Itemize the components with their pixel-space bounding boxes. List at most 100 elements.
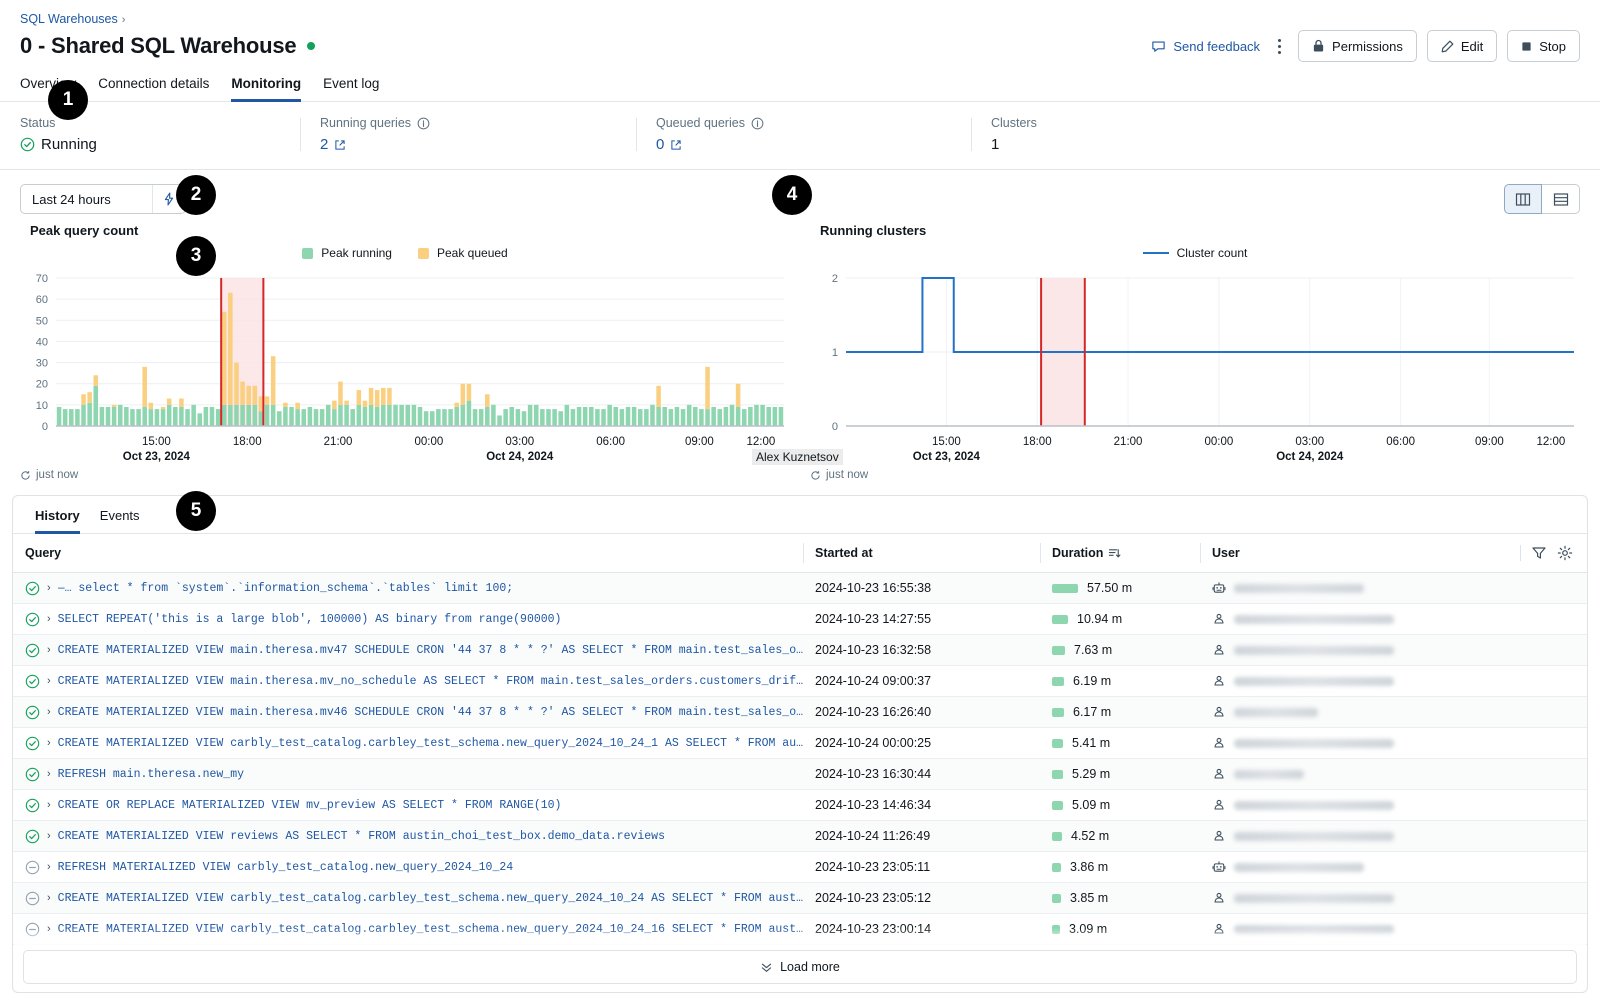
status-success-icon [25, 612, 40, 627]
svg-text:70: 70 [36, 273, 48, 285]
table-row[interactable]: › CREATE MATERIALIZED VIEW main.theresa.… [13, 665, 1587, 697]
legend-item-peak-queued[interactable]: Peak queued [417, 246, 508, 260]
cell-user [1200, 665, 1587, 697]
person-icon [1212, 767, 1226, 781]
legend-item-cluster-count[interactable]: Cluster count [1142, 246, 1247, 260]
expand-row-chevron-icon[interactable]: › [47, 768, 51, 780]
plot-peak-query-count[interactable]: 0 10 20 30 40 50 60 70 15:00 18:00 21:00 00:00 03:00… [20, 266, 790, 466]
table-row[interactable]: › CREATE MATERIALIZED VIEW carbly_test_c… [13, 882, 1587, 914]
table-row[interactable]: › CREATE MATERIALIZED VIEW reviews AS SE… [13, 820, 1587, 852]
duration-text: 3.09 m [1069, 922, 1108, 936]
plot-running-clusters[interactable]: 0 1 2 15:00 18:00 21:00 00:00 03:00 06:00 09:00 12… [752, 266, 1580, 466]
user-name-redacted [1234, 583, 1364, 593]
table-row[interactable]: › REFRESH MATERIALIZED VIEW carbly_test_… [13, 851, 1587, 883]
tab-event-log[interactable]: Event log [323, 76, 379, 102]
breadcrumb-link-sql-warehouses[interactable]: SQL Warehouses [20, 12, 118, 26]
cell-query[interactable]: › CREATE MATERIALIZED VIEW carbly_test_c… [13, 882, 803, 914]
panel-tab-events[interactable]: Events [100, 508, 140, 534]
expand-row-chevron-icon[interactable]: › [47, 861, 51, 873]
expand-row-chevron-icon[interactable]: › [47, 799, 51, 811]
chart-running-clusters: Running clusters Cluster count 0 1 2 15:00 1… [752, 214, 1590, 481]
status-neutral-icon [25, 922, 40, 937]
stat-running-queries-label: Running queries [320, 116, 412, 130]
table-row[interactable]: › CREATE MATERIALIZED VIEW carbly_test_c… [13, 727, 1587, 759]
svg-text:06:00: 06:00 [596, 436, 625, 448]
status-strip: Status Running Running queries 2 Queued … [0, 102, 1600, 170]
expand-row-chevron-icon[interactable]: › [47, 613, 51, 625]
person-icon [1214, 613, 1224, 624]
more-options-button[interactable] [1270, 35, 1288, 58]
divider [1520, 545, 1521, 561]
duration-bar [1052, 862, 1061, 872]
external-link-icon [671, 139, 681, 150]
send-feedback-button[interactable]: Send feedback [1151, 39, 1260, 54]
cell-query[interactable]: › CREATE MATERIALIZED VIEW reviews AS SE… [13, 820, 803, 852]
cell-query[interactable]: › CREATE MATERIALIZED VIEW carbly_test_c… [13, 727, 803, 759]
gear-icon[interactable] [1557, 545, 1573, 561]
panel-tab-history[interactable]: History [35, 508, 80, 534]
status-success-icon [25, 612, 40, 626]
table-row[interactable]: › CREATE MATERIALIZED VIEW main.theresa.… [13, 634, 1587, 666]
edit-button[interactable]: Edit [1426, 30, 1498, 62]
permissions-button[interactable]: Permissions [1298, 30, 1417, 62]
column-header-started-at[interactable]: Started at [803, 534, 1040, 573]
table-row[interactable]: › CREATE MATERIALIZED VIEW carbly_test_c… [13, 913, 1587, 945]
person-icon [1212, 891, 1226, 905]
query-text: CREATE MATERIALIZED VIEW carbly_test_cat… [57, 922, 803, 936]
expand-row-chevron-icon[interactable]: › [47, 582, 51, 594]
person-icon [1214, 768, 1224, 779]
expand-row-chevron-icon[interactable]: › [47, 644, 51, 656]
tab-monitoring[interactable]: Monitoring [231, 76, 302, 102]
page-title: 0 - Shared SQL Warehouse [20, 33, 297, 58]
column-header-query[interactable]: Query [13, 534, 803, 573]
expand-row-chevron-icon[interactable]: › [47, 892, 51, 904]
time-range-select[interactable]: Last 24 hours [20, 184, 186, 214]
legend-item-peak-running[interactable]: Peak running [302, 246, 392, 260]
table-row[interactable]: › SELECT REPEAT('this is a large blob', … [13, 603, 1587, 635]
svg-text:21:00: 21:00 [324, 436, 353, 448]
cell-query[interactable]: › CREATE OR REPLACE MATERIALIZED VIEW mv… [13, 789, 803, 821]
cell-query[interactable]: › REFRESH MATERIALIZED VIEW carbly_test_… [13, 851, 803, 883]
query-text: CREATE MATERIALIZED VIEW carbly_test_cat… [57, 736, 803, 750]
cell-duration: 5.29 m [1040, 758, 1200, 790]
cell-user [1200, 789, 1587, 821]
info-icon[interactable] [417, 117, 430, 130]
table-row[interactable]: › REFRESH main.theresa.new_my 2024-10-23… [13, 758, 1587, 790]
tab-connection-details[interactable]: Connection details [98, 76, 209, 102]
cell-query[interactable]: › CREATE MATERIALIZED VIEW main.theresa.… [13, 665, 803, 697]
person-icon [1214, 923, 1224, 934]
load-more-button[interactable]: Load more [23, 950, 1577, 984]
stat-running-queries-link[interactable]: 2 [320, 136, 616, 153]
filter-icon[interactable] [1531, 545, 1547, 561]
cell-query[interactable]: › CREATE MATERIALIZED VIEW carbly_test_c… [13, 913, 803, 945]
status-success-icon [25, 705, 40, 719]
row-view-icon[interactable] [1542, 184, 1580, 214]
column-header-duration[interactable]: Duration [1040, 534, 1200, 573]
column-header-user[interactable]: User [1200, 534, 1587, 573]
column-view-icon[interactable] [1504, 184, 1542, 214]
expand-row-chevron-icon[interactable]: › [47, 737, 51, 749]
table-row[interactable]: › CREATE OR REPLACE MATERIALIZED VIEW mv… [13, 789, 1587, 821]
stop-button[interactable]: Stop [1507, 30, 1580, 62]
status-success-icon [25, 736, 40, 751]
svg-text:2: 2 [832, 273, 838, 285]
cell-query[interactable]: › —… select * from `system`.`information… [13, 572, 803, 604]
expand-row-chevron-icon[interactable]: › [47, 830, 51, 842]
chart-peak-query-count: Peak query count Peak running Peak queue… [10, 214, 800, 481]
cell-user [1200, 758, 1587, 790]
cell-query[interactable]: › CREATE MATERIALIZED VIEW main.theresa.… [13, 696, 803, 728]
cell-query[interactable]: › SELECT REPEAT('this is a large blob', … [13, 603, 803, 635]
cell-query[interactable]: › CREATE MATERIALIZED VIEW main.theresa.… [13, 634, 803, 666]
expand-row-chevron-icon[interactable]: › [47, 923, 51, 935]
duration-bar [1052, 676, 1064, 686]
cell-duration: 3.85 m [1040, 882, 1200, 914]
expand-row-chevron-icon[interactable]: › [47, 675, 51, 687]
cell-query[interactable]: › REFRESH main.theresa.new_my [13, 758, 803, 790]
duration-text: 4.52 m [1071, 829, 1110, 843]
table-row[interactable]: › —… select * from `system`.`information… [13, 572, 1587, 604]
expand-row-chevron-icon[interactable]: › [47, 706, 51, 718]
table-row[interactable]: › CREATE MATERIALIZED VIEW main.theresa.… [13, 696, 1587, 728]
stat-clusters-label: Clusters [991, 116, 1037, 130]
info-icon[interactable] [751, 117, 764, 130]
stat-queued-queries-link[interactable]: 0 [656, 136, 951, 153]
